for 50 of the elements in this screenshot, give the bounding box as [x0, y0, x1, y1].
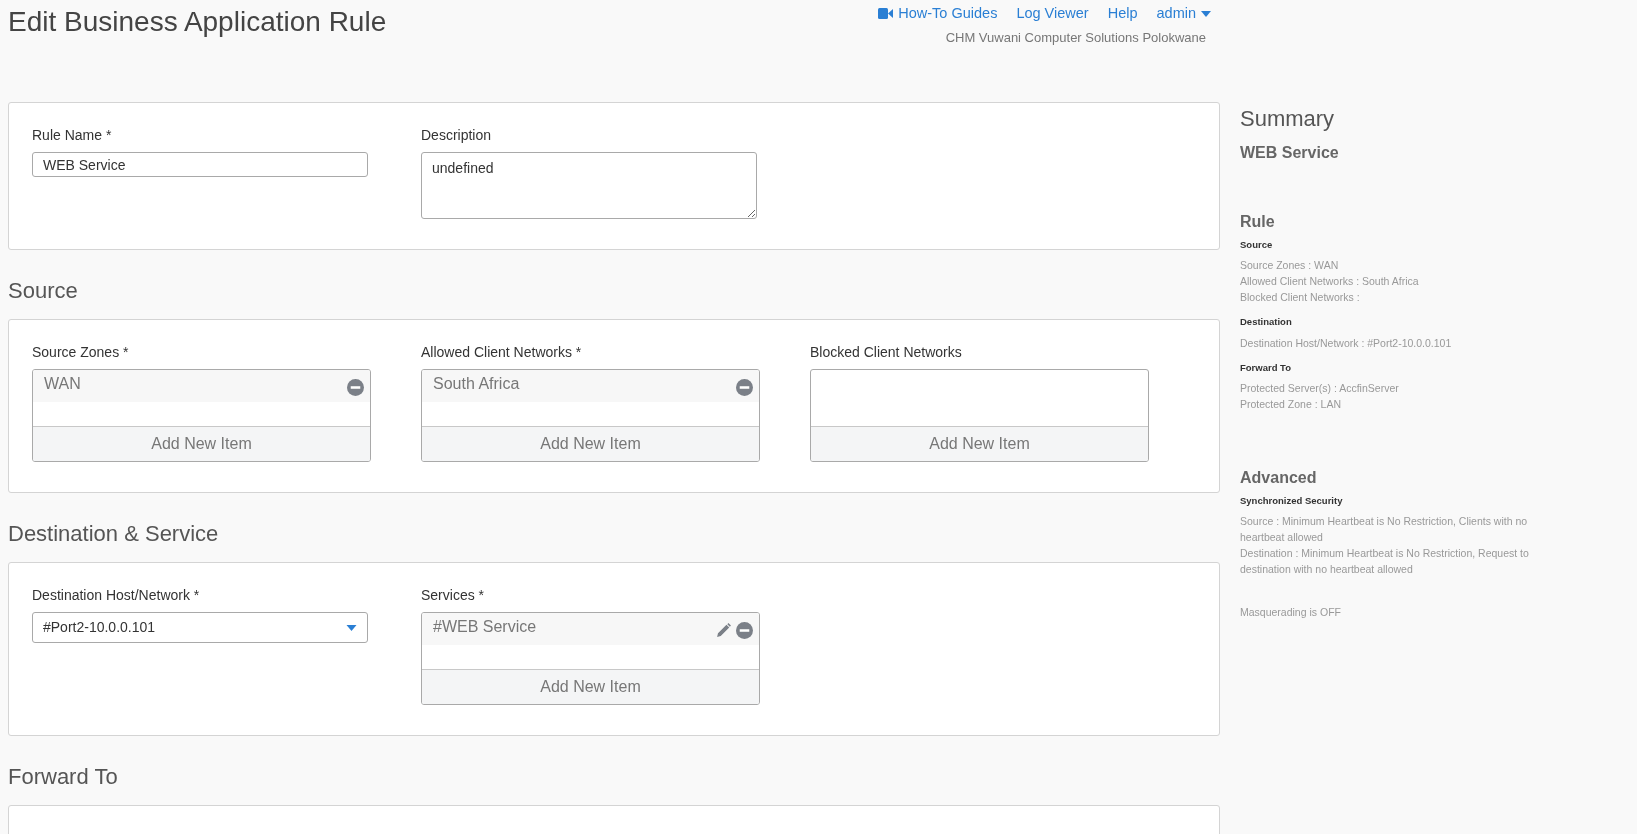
masquerading-status: Masquerading is OFF [1240, 605, 1342, 620]
summary-line: Protected Zone : LAN [1240, 396, 1342, 412]
remove-icon[interactable] [736, 622, 753, 639]
caret-icon [1201, 10, 1211, 17]
summary-subheading: Source [1240, 238, 1274, 252]
section-heading: Source [8, 277, 79, 305]
header-link[interactable]: Help [1107, 3, 1138, 25]
organization-name: CHM Vuwani Computer Solutions Polokwane [945, 28, 1206, 47]
video-camera-icon [878, 8, 894, 20]
caret-icon [346, 624, 357, 631]
summary-rule-name: WEB Service [1240, 143, 1340, 163]
add-item-button[interactable]: Add New Item [422, 426, 759, 461]
summary-subheading: Destination [1240, 315, 1293, 330]
summary-line: Allowed Client Networks : South Africa [1240, 274, 1420, 290]
header-link[interactable]: How-To Guides [878, 3, 998, 25]
description-textarea[interactable]: undefined [421, 152, 757, 219]
field-label: Rule Name * [32, 126, 113, 145]
summary-line: Protected Server(s) : AccfinServer [1240, 380, 1400, 396]
summary-title: Summary [1240, 105, 1336, 133]
summary-line: Destination Host/Network : #Port2-10.0.0.101 [1240, 335, 1453, 351]
summary-subheading: Forward To [1240, 360, 1293, 375]
rule-name-input[interactable]: WEB Service [32, 152, 368, 177]
field-label: Description [421, 126, 493, 145]
destination-dropdown[interactable]: #Port2-10.0.0.101 [32, 612, 368, 643]
section-heading: Forward To [8, 763, 119, 791]
field-label: Services * [421, 586, 486, 605]
summary-subheading: Synchronized Security [1240, 493, 1344, 508]
remove-icon[interactable] [347, 379, 364, 396]
page-title: Edit Business Application Rule [8, 5, 387, 39]
header-link[interactable]: admin [1156, 3, 1211, 25]
summary-group-heading: Advanced [1240, 467, 1318, 488]
list-item[interactable]: South Africa [422, 370, 759, 402]
header-link[interactable]: Log Viewer [1016, 3, 1089, 25]
list-item[interactable]: #WEB Service [422, 613, 759, 645]
field-label: Source Zones * [32, 343, 130, 362]
add-item-button[interactable]: Add New Item [422, 669, 759, 704]
summary-line: Destination : Minimum Heartbeat is No Restriction, Request to destination with no heartbeat allowed [1240, 546, 1530, 577]
remove-icon[interactable] [736, 379, 753, 396]
section-heading: Destination & Service [8, 520, 220, 548]
summary-line: Blocked Client Networks : [1240, 290, 1361, 306]
add-item-button[interactable]: Add New Item [33, 426, 370, 461]
pencil-icon[interactable] [715, 622, 732, 639]
summary-line: Source : Minimum Heartbeat is No Restriction, Clients with no heartbeat allowed [1240, 514, 1529, 545]
field-label: Destination Host/Network * [32, 586, 201, 605]
summary-line: Source Zones : WAN [1240, 258, 1340, 274]
field-label: Allowed Client Networks * [421, 343, 583, 362]
add-item-button[interactable]: Add New Item [811, 426, 1148, 461]
summary-group-heading: Rule [1240, 212, 1276, 232]
field-label: Blocked Client Networks [810, 343, 963, 362]
list-item[interactable]: WAN [33, 370, 370, 402]
